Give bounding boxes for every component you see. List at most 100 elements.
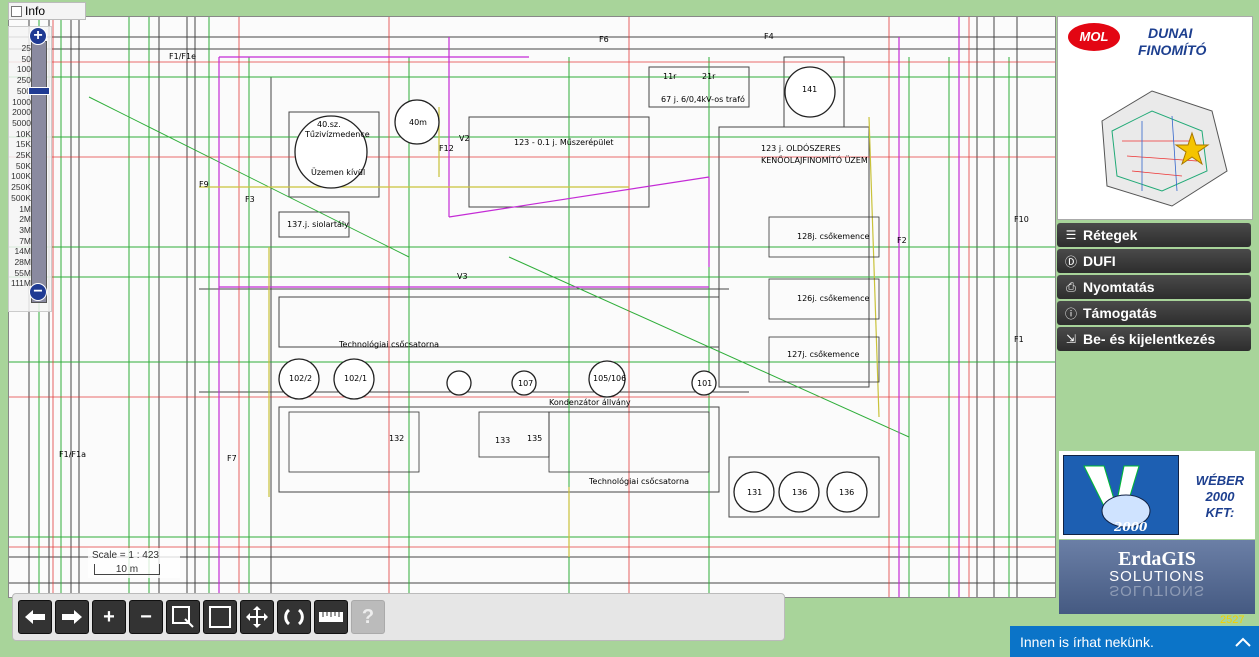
- zoom-level-15K[interactable]: 15K: [9, 139, 31, 150]
- info-toggle[interactable]: Info: [8, 2, 86, 20]
- svg-text:136: 136: [792, 488, 807, 497]
- svg-text:137.j. siolartály: 137.j. siolartály: [287, 220, 349, 229]
- svg-text:107: 107: [518, 379, 533, 388]
- chevron-up-icon: [1235, 637, 1251, 647]
- svg-text:F7: F7: [227, 454, 237, 463]
- svg-text:F1/F1e: F1/F1e: [169, 52, 196, 61]
- zoom-box-button[interactable]: [166, 600, 200, 634]
- svg-text:40.sz.: 40.sz.: [317, 120, 341, 129]
- zoom-thumb[interactable]: [28, 86, 50, 95]
- zoom-level-14M[interactable]: 14M: [9, 246, 31, 257]
- svg-text:102/2: 102/2: [289, 374, 312, 383]
- zoom-level-25K[interactable]: 25K: [9, 150, 31, 161]
- arrow-right-icon: [62, 610, 82, 624]
- overview-minimap[interactable]: [1082, 81, 1232, 211]
- cad-drawing: 40.sz. Tűzivízmedence Üzemen kívül 141 1…: [9, 17, 1055, 597]
- zoom-level-500K[interactable]: 500K: [9, 193, 31, 204]
- info-checkbox[interactable]: [11, 5, 22, 17]
- zoom-level-28M[interactable]: 28M: [9, 257, 31, 268]
- svg-text:131: 131: [747, 488, 762, 497]
- zoom-level-100[interactable]: 100: [9, 64, 31, 75]
- pan-left-button[interactable]: [18, 600, 52, 634]
- arrow-left-icon: [25, 610, 45, 624]
- print-icon: ⎙: [1066, 279, 1076, 294]
- weber-logo-number: 2000: [1113, 520, 1148, 534]
- menu-support[interactable]: ⓘ Támogatás: [1057, 301, 1251, 325]
- zoom-track[interactable]: [31, 41, 47, 303]
- zoom-level-3M[interactable]: 3M: [9, 225, 31, 236]
- zoom-level-2M[interactable]: 2M: [9, 214, 31, 225]
- zoom-level-1000[interactable]: 1000: [9, 97, 31, 108]
- menu-login[interactable]: ⇲ Be- és kijelentkezés: [1057, 327, 1251, 351]
- pan-button[interactable]: [240, 600, 274, 634]
- zoom-level-10K[interactable]: 10K: [9, 129, 31, 140]
- svg-text:11r: 11r: [663, 72, 677, 81]
- login-icon: ⇲: [1065, 332, 1077, 346]
- zoom-in-button[interactable]: +: [92, 600, 126, 634]
- partner-line-2: 2000: [1205, 489, 1235, 504]
- minus-icon: −: [140, 605, 152, 628]
- zoom-level-25[interactable]: 25: [9, 43, 31, 54]
- chat-widget[interactable]: Innen is írhat nekünk.: [1010, 626, 1259, 657]
- vendor-logo[interactable]: ErdaGIS SOLUTIONS SOLUTIONS: [1059, 540, 1255, 614]
- zoom-level-7M[interactable]: 7M: [9, 236, 31, 247]
- zoom-level-2000[interactable]: 2000: [9, 107, 31, 118]
- refresh-icon: [284, 608, 304, 626]
- visitor-counter: 2527: [1220, 614, 1245, 626]
- help-button[interactable]: ?: [351, 600, 385, 634]
- partner-name: WÉBER 2000 KFT:: [1187, 473, 1253, 521]
- measure-button[interactable]: [314, 600, 348, 634]
- map-toolbar: + − ?: [12, 593, 785, 641]
- zoom-level-250[interactable]: 250: [9, 75, 31, 86]
- svg-text:21r: 21r: [702, 72, 716, 81]
- svg-text:141: 141: [802, 85, 817, 94]
- svg-text:F1: F1: [1014, 335, 1024, 344]
- pan-right-button[interactable]: [55, 600, 89, 634]
- menu-layers[interactable]: ☰ Rétegek: [1057, 223, 1251, 247]
- ruler-icon: [319, 612, 343, 622]
- svg-text:KENŐOLAJFINOMÍTÓ ÜZEM: KENŐOLAJFINOMÍTÓ ÜZEM: [761, 154, 868, 165]
- zoom-level-labels: 25 50 100 250 500 1000 2000 5000 10K 15K 25K 50K 100…: [9, 43, 31, 289]
- brand-panel: MOL DUNAI FINOMÍTÓ: [1057, 16, 1253, 220]
- zoom-box-icon: [172, 606, 194, 628]
- info-icon: ⓘ: [1064, 306, 1077, 321]
- svg-text:40m: 40m: [409, 118, 427, 127]
- square-icon: [209, 606, 231, 628]
- menu-dufi[interactable]: Ⓓ DUFI: [1057, 249, 1251, 273]
- zoom-level-50K[interactable]: 50K: [9, 161, 31, 172]
- svg-text:F6: F6: [599, 35, 609, 44]
- svg-text:F2: F2: [897, 236, 907, 245]
- svg-text:105/106: 105/106: [593, 374, 626, 383]
- zoom-level-1M[interactable]: 1M: [9, 204, 31, 215]
- scale-length: 10 m: [94, 564, 160, 575]
- zoom-level-50[interactable]: 50: [9, 54, 31, 65]
- svg-text:F12: F12: [439, 144, 454, 153]
- zoom-level-55M[interactable]: 55M: [9, 268, 31, 279]
- svg-text:Kondenzátor állvány: Kondenzátor állvány: [549, 398, 631, 407]
- zoom-slider[interactable]: 25 50 100 250 500 1000 2000 5000 10K 15K 25K 50K 100…: [8, 26, 52, 312]
- refresh-button[interactable]: [277, 600, 311, 634]
- svg-text:132: 132: [389, 434, 404, 443]
- full-extent-button[interactable]: [203, 600, 237, 634]
- menu-print[interactable]: ⎙ Nyomtatás: [1057, 275, 1251, 299]
- scale-ratio: Scale = 1 : 423: [92, 550, 159, 561]
- zoom-in-icon[interactable]: +: [29, 27, 47, 45]
- svg-text:123 - 0.1 j. Műszerépület: 123 - 0.1 j. Műszerépület: [514, 137, 614, 147]
- zoom-level-250K[interactable]: 250K: [9, 182, 31, 193]
- zoom-level-111M[interactable]: 111M: [9, 278, 31, 289]
- scale-bar: Scale = 1 : 423 10 m: [88, 548, 180, 578]
- chat-label: Innen is írhat nekünk.: [1020, 633, 1154, 650]
- zoom-out-icon[interactable]: −: [29, 283, 47, 301]
- layers-icon: ☰: [1065, 228, 1077, 242]
- zoom-out-button[interactable]: −: [129, 600, 163, 634]
- svg-text:F3: F3: [245, 195, 255, 204]
- map-canvas[interactable]: 40.sz. Tűzivízmedence Üzemen kívül 141 1…: [8, 16, 1056, 598]
- svg-text:V3: V3: [457, 272, 468, 281]
- zoom-level-5000[interactable]: 5000: [9, 118, 31, 129]
- svg-text:F1/F1a: F1/F1a: [59, 450, 86, 459]
- partner-logo[interactable]: 2000 WÉBER 2000 KFT:: [1059, 451, 1255, 539]
- svg-text:F10: F10: [1014, 215, 1029, 224]
- weber-hand-logo: 2000: [1063, 455, 1179, 535]
- zoom-level-100K[interactable]: 100K: [9, 171, 31, 182]
- svg-text:V2: V2: [459, 134, 470, 143]
